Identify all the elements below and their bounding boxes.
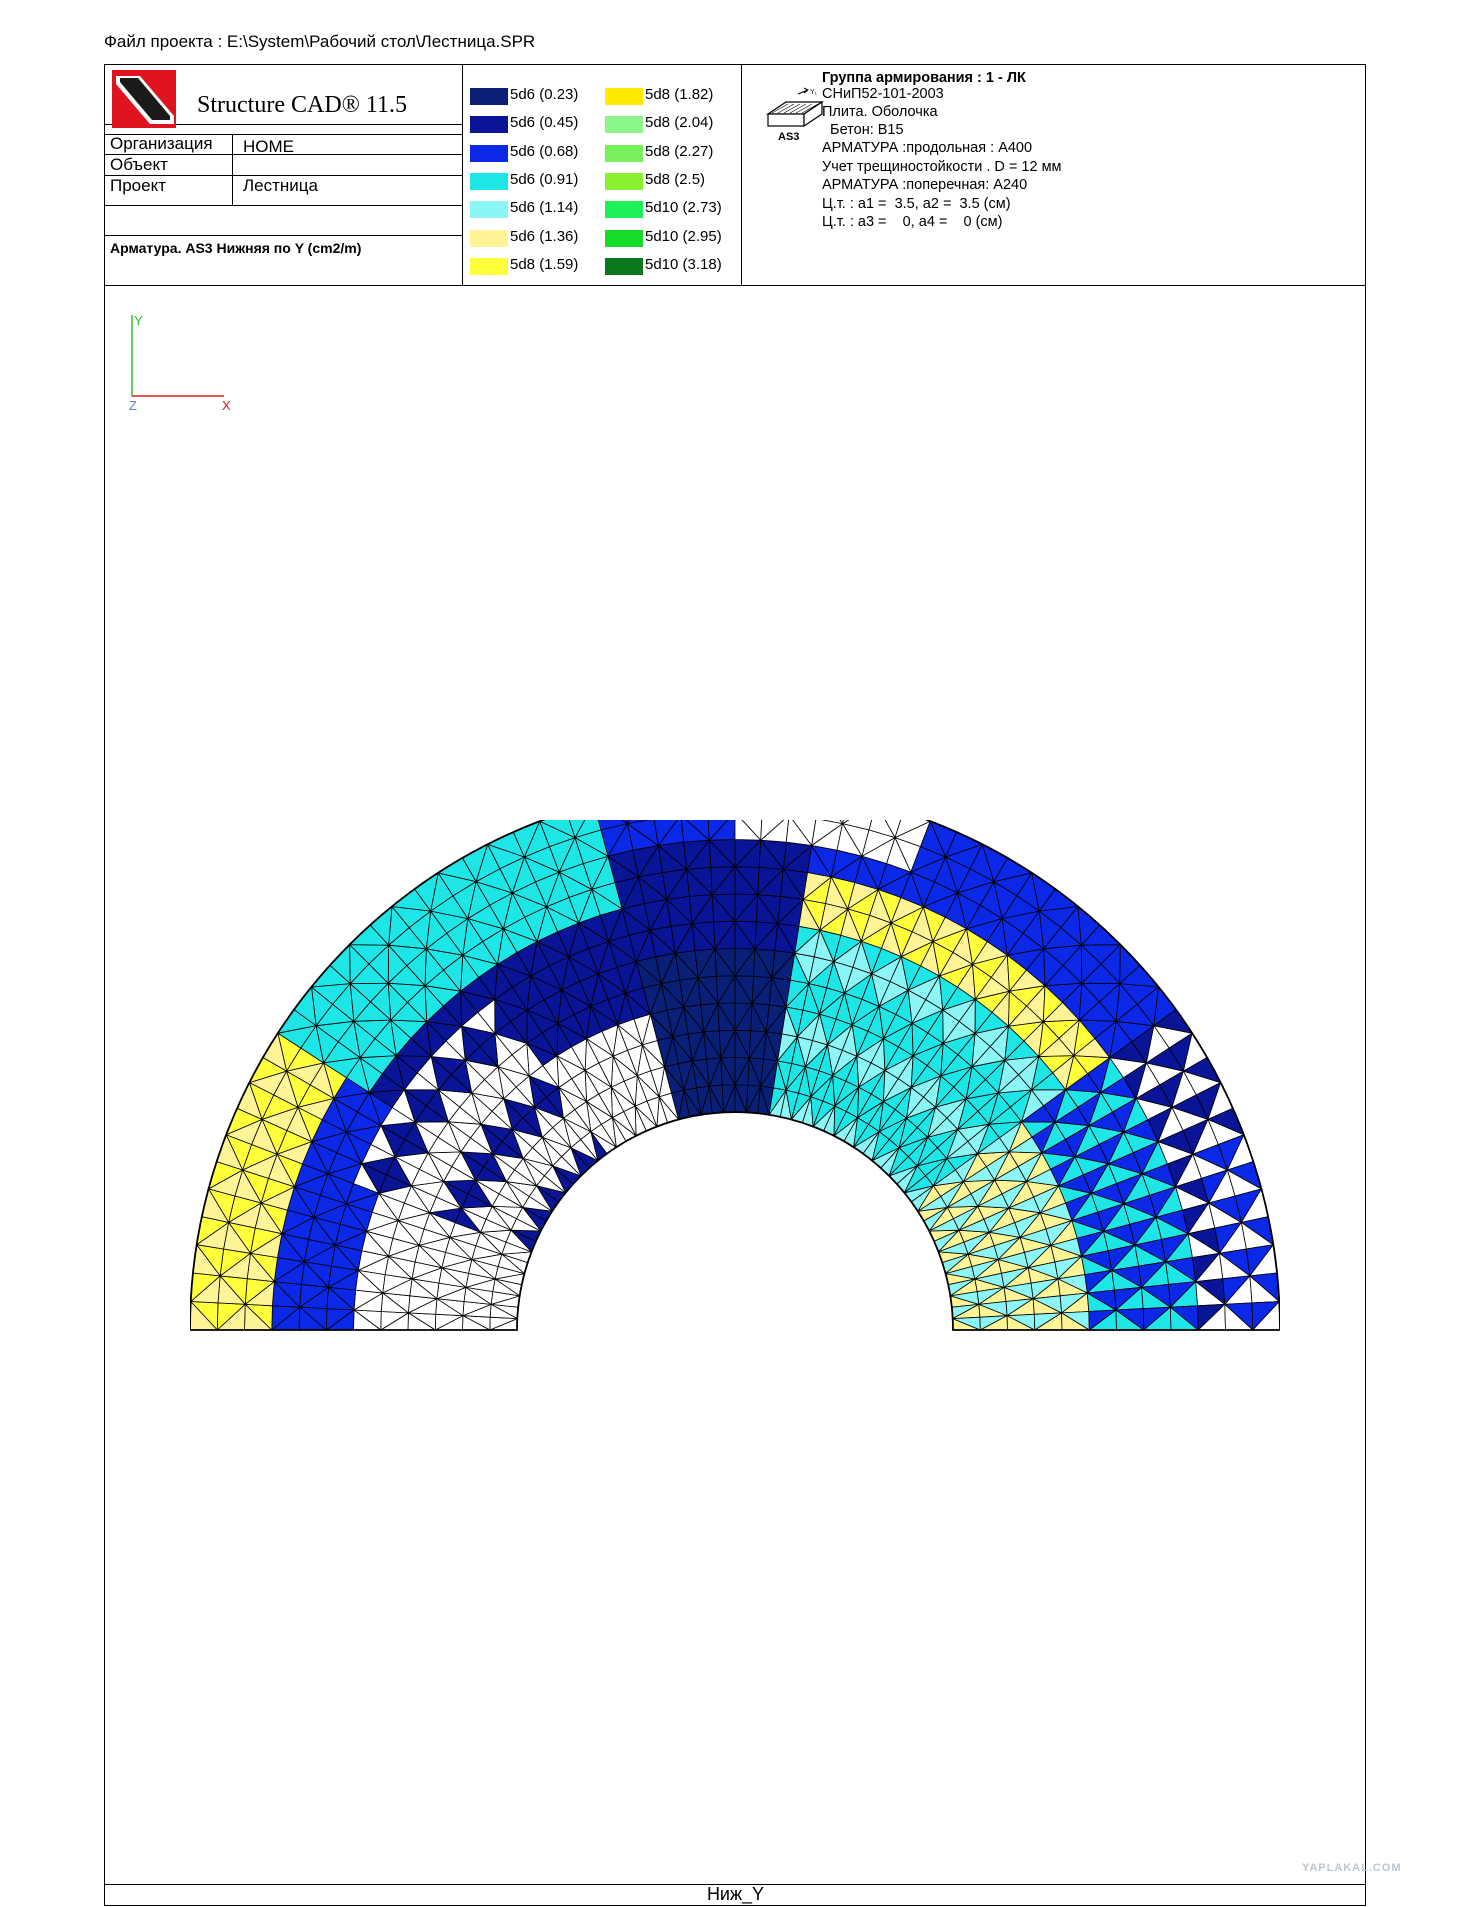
- structure-cad-logo: [112, 70, 176, 128]
- legend-label: 5d8 (1.59): [510, 255, 579, 273]
- legend-label: 5d10 (3.18): [645, 255, 722, 273]
- legend-label: 5d10 (2.73): [645, 199, 722, 217]
- project-file-path: Файл проекта : E:\System\Рабочий стол\Ле…: [104, 32, 536, 51]
- axis-triad: Y Z X: [129, 313, 231, 410]
- legend-swatch: [470, 257, 508, 275]
- param-code: СНиП52-101-2003: [822, 86, 944, 102]
- title-block-line: [104, 205, 462, 206]
- legend-label: 5d6 (0.68): [510, 142, 579, 160]
- param-crack-resistance: Учет трещиностойкости . D = 12 мм: [822, 159, 1062, 175]
- legend-label: 5d6 (0.91): [510, 170, 579, 188]
- legend-swatch: [605, 88, 643, 105]
- legend-swatch: [470, 229, 508, 247]
- param-concrete: Бетон: B15: [822, 122, 904, 138]
- legend-label: 5d8 (1.82): [645, 86, 714, 103]
- header-separator-left: [462, 64, 463, 285]
- organization-label: Организация: [110, 134, 213, 153]
- param-longitudinal-rebar: АРМАТУРА :продольная : A400: [822, 140, 1033, 156]
- legend-swatch: [470, 144, 508, 162]
- legend-label: 5d6 (1.36): [510, 227, 579, 245]
- legend-swatch: [605, 172, 643, 190]
- z-axis-label: Z: [129, 398, 137, 410]
- as3-slab-icon: Y₁ AS3: [766, 87, 824, 143]
- param-transverse-rebar: АРМАТУРА :поперечная: A240: [822, 177, 1028, 193]
- param-element-type: Плита. Оболочка: [822, 104, 938, 120]
- organization-value: HOME: [243, 137, 294, 156]
- title-block-line: [104, 235, 462, 236]
- legend-label: 5d8 (2.5): [645, 170, 706, 188]
- param-cover-a3-a4: Ц.т. : a3 = 0, a4 = 0 (см): [822, 214, 1003, 230]
- legend-swatch: [470, 172, 508, 190]
- drawing-title: Арматура. AS3 Нижняя по Y (cm2/m): [110, 240, 362, 256]
- legend-swatch: [605, 201, 643, 219]
- object-label: Объект: [110, 155, 168, 174]
- legend-swatch: [605, 229, 643, 247]
- title-block-line: [232, 134, 233, 205]
- as3-icon-label: AS3: [778, 131, 799, 143]
- legend-swatch: [605, 116, 643, 134]
- app-title: Structure CAD® 11.5: [197, 92, 407, 118]
- view-label: Ниж_Y: [706, 1884, 765, 1904]
- legend-swatch: [470, 201, 508, 219]
- header-separator-right: [741, 64, 742, 285]
- legend-swatch: [470, 116, 508, 134]
- legend-label: 5d8 (2.04): [645, 114, 714, 132]
- x-axis-label: X: [222, 398, 231, 410]
- legend-label: 5d6 (0.45): [510, 114, 579, 132]
- y-axis-label: Y: [134, 313, 143, 328]
- legend-swatch: [605, 144, 643, 162]
- legend-swatch: [470, 88, 508, 105]
- legend-label: 5d6 (0.23): [510, 86, 579, 103]
- header-divider: [104, 285, 1366, 286]
- project-label: Проект: [110, 176, 166, 195]
- legend-label: 5d6 (1.14): [510, 199, 579, 217]
- param-group: Группа армирования : 1 - ЛК: [822, 70, 1026, 86]
- legend-label: 5d8 (2.27): [645, 142, 714, 160]
- legend-swatch: [605, 257, 643, 275]
- svg-text:Y₁: Y₁: [810, 89, 818, 96]
- reinforcement-contour-mesh: [190, 820, 1280, 1331]
- param-cover-a1-a2: Ц.т. : a1 = 3.5, a2 = 3.5 (см): [822, 196, 1011, 212]
- legend-label: 5d10 (2.95): [645, 227, 722, 245]
- watermark: YAPLAKAL.COM: [1302, 1862, 1402, 1874]
- project-value: Лестница: [243, 176, 318, 195]
